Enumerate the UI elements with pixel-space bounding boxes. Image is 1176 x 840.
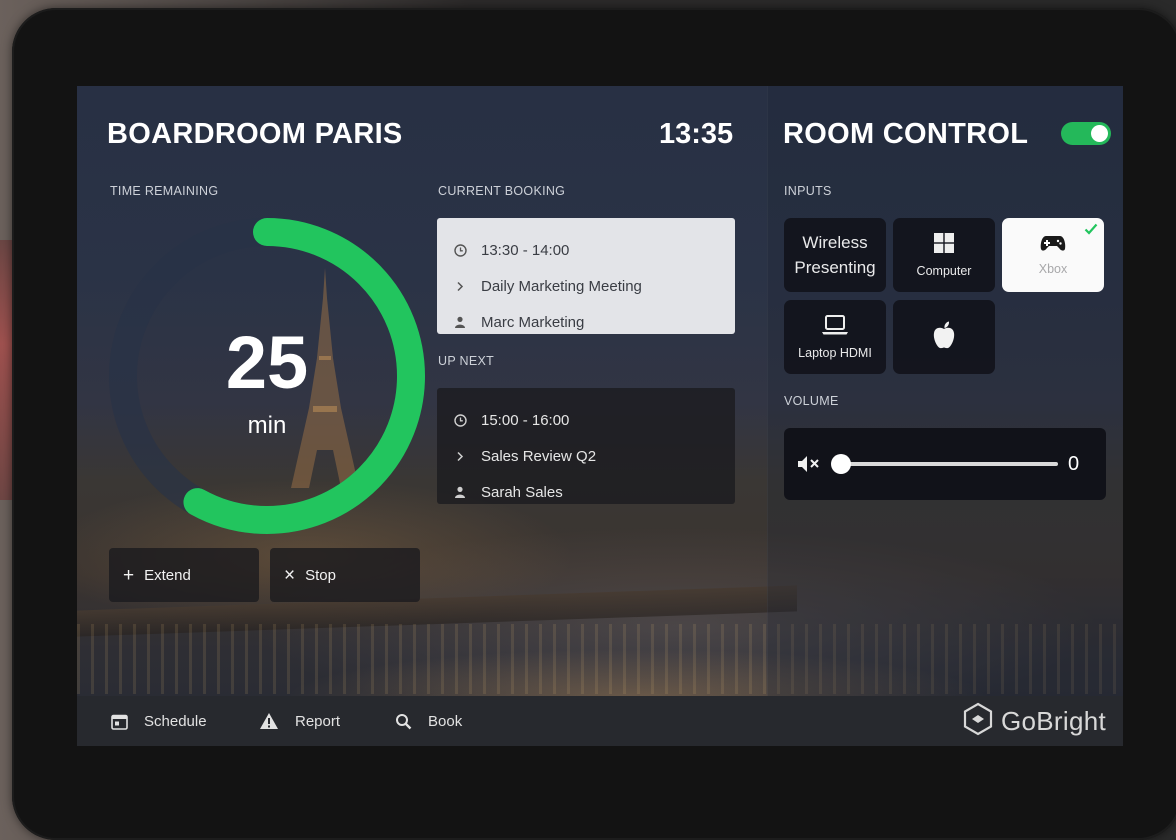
brand-logo: GoBright <box>961 702 1107 741</box>
booking-time: 13:30 - 14:00 <box>481 241 570 259</box>
bottom-nav-bar: Schedule Report Book GoBright <box>77 696 1123 746</box>
room-name: BOARDROOM PARIS <box>107 118 403 150</box>
extend-button-label: Extend <box>144 566 191 584</box>
input-xbox[interactable]: Xbox <box>1002 218 1104 292</box>
input-laptop-hdmi[interactable]: Laptop HDMI <box>784 300 886 374</box>
person-icon <box>453 486 467 498</box>
windows-icon <box>933 232 955 259</box>
next-organizer-row: Sarah Sales <box>453 474 735 510</box>
current-booking-card[interactable]: 13:30 - 14:00 Daily Marketing Meeting Ma… <box>437 218 735 334</box>
booking-title-row: Daily Marketing Meeting <box>453 268 735 304</box>
volume-control: 0 <box>784 428 1106 500</box>
nav-report[interactable]: Report <box>259 696 340 746</box>
current-booking-label: CURRENT BOOKING <box>438 184 566 198</box>
calendar-icon <box>111 713 128 730</box>
booking-time-row: 13:30 - 14:00 <box>453 232 735 268</box>
up-next-label: UP NEXT <box>438 354 495 368</box>
next-organizer: Sarah Sales <box>481 483 563 501</box>
room-panel-screen: BOARDROOM PARIS 13:35 TIME REMAINING CUR… <box>77 86 1123 746</box>
volume-slider-handle[interactable] <box>831 454 851 474</box>
apple-icon <box>931 320 957 355</box>
brand-name: GoBright <box>1001 705 1107 736</box>
checkmark-icon <box>1084 222 1098 240</box>
room-control-toggle[interactable] <box>1061 122 1111 145</box>
room-control-panel <box>767 86 1123 696</box>
input-computer[interactable]: Computer <box>893 218 995 292</box>
inputs-label: INPUTS <box>784 184 832 198</box>
next-time: 15:00 - 16:00 <box>481 411 570 429</box>
gamepad-icon <box>1040 234 1066 257</box>
clock: 13:35 <box>659 118 734 150</box>
toggle-knob <box>1091 125 1108 142</box>
up-next-card[interactable]: 15:00 - 16:00 Sales Review Q2 Sarah Sale… <box>437 388 735 504</box>
input-label: Wireless Presenting <box>794 233 876 277</box>
person-icon <box>453 316 467 328</box>
clock-icon <box>453 243 467 257</box>
next-title-row: Sales Review Q2 <box>453 438 735 474</box>
nav-book[interactable]: Book <box>395 696 462 746</box>
close-icon: × <box>284 564 296 586</box>
mute-icon[interactable] <box>797 454 821 479</box>
device-side-light <box>0 240 12 500</box>
search-icon <box>395 713 412 730</box>
countdown-unit: min <box>247 412 287 439</box>
nav-schedule[interactable]: Schedule <box>111 696 207 746</box>
booking-organizer: Marc Marketing <box>481 313 585 331</box>
volume-value: 0 <box>1068 453 1080 475</box>
chevron-right-icon <box>453 281 467 292</box>
input-label: Computer <box>916 264 972 278</box>
room-control-title: ROOM CONTROL <box>783 118 1029 150</box>
time-remaining-label: TIME REMAINING <box>110 184 219 198</box>
input-apple[interactable] <box>893 300 995 374</box>
nav-report-label: Report <box>295 712 341 730</box>
plus-icon: + <box>123 564 135 586</box>
booking-organizer-row: Marc Marketing <box>453 304 735 340</box>
booking-title: Daily Marketing Meeting <box>481 277 642 295</box>
next-title: Sales Review Q2 <box>481 447 597 465</box>
volume-slider-track[interactable] <box>842 462 1058 466</box>
volume-label: VOLUME <box>784 394 839 408</box>
laptop-icon <box>821 314 849 341</box>
nav-schedule-label: Schedule <box>144 712 207 730</box>
nav-book-label: Book <box>428 712 463 730</box>
input-label: Laptop HDMI <box>798 346 872 360</box>
gobright-logo-icon <box>961 702 995 741</box>
next-time-row: 15:00 - 16:00 <box>453 402 735 438</box>
input-label: Xbox <box>1038 262 1068 276</box>
extend-button[interactable]: + Extend <box>109 548 259 602</box>
countdown-value: 25 <box>225 321 309 404</box>
clock-icon <box>453 413 467 427</box>
chevron-right-icon <box>453 451 467 462</box>
stop-button-label: Stop <box>305 566 336 584</box>
warning-icon <box>259 712 279 730</box>
stop-button[interactable]: × Stop <box>270 548 420 602</box>
input-wireless-presenting[interactable]: Wireless Presenting <box>784 218 886 292</box>
